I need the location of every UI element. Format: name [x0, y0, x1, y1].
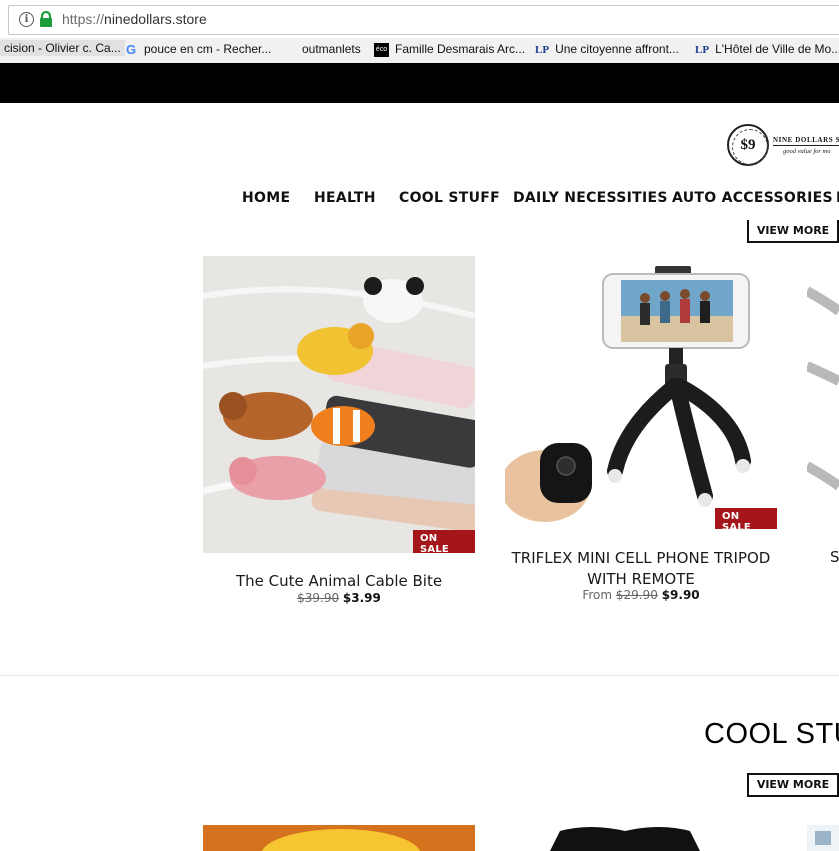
nav-item-auto-accessories[interactable]: AUTO ACCESSORIES — [672, 190, 833, 206]
on-sale-badge: ON SALE — [413, 530, 475, 553]
address-bar: i https://ninedollars.store — [0, 0, 839, 39]
nav-item-cool-stuff[interactable]: COOL STUFF — [399, 190, 500, 206]
bookmark-item[interactable]: LP L'Hôtel de Ville de Mo... — [695, 42, 839, 56]
url-text[interactable]: https://ninedollars.store — [62, 11, 207, 27]
product-title-line: TRIFLEX MINI CELL PHONE TRIPOD — [511, 549, 771, 567]
logo-name: NINE DOLLARS S — [773, 136, 839, 144]
nav-item-daily-necessities[interactable]: DAILY NECESSITIES — [513, 190, 668, 206]
product-title[interactable]: TRIFLEX MINI CELL PHONE TRIPOD WITH REMO… — [505, 548, 777, 590]
product-image-tripod[interactable]: ON SALE — [505, 256, 777, 529]
bookmark-label: outmanlets — [302, 42, 361, 56]
bookmark-label: L'Hôtel de Ville de Mo... — [715, 42, 839, 56]
bookmark-label: Une citoyenne affront... — [555, 42, 679, 56]
bookmark-label: cision - Olivier c. Ca... — [4, 41, 121, 55]
bookmark-item[interactable]: LP Une citoyenne affront... — [535, 42, 679, 56]
bookmark-item[interactable]: éco Famille Desmarais Arc... — [374, 42, 525, 57]
product-thumbnail — [815, 831, 831, 845]
bookmark-label: Famille Desmarais Arc... — [395, 42, 526, 56]
product-title[interactable]: The Cute Animal Cable Bite — [203, 572, 475, 590]
tshirt-illustration — [550, 827, 700, 851]
bookmark-label: pouce en cm - Recher... — [144, 42, 272, 56]
price-from: From — [582, 588, 613, 602]
on-sale-badge: ON SALE — [715, 508, 777, 529]
bookmarks-bar: cision - Olivier c. Ca... Gpouce en cm -… — [0, 38, 839, 64]
product-image[interactable] — [540, 825, 710, 851]
braided-cable-illustration — [807, 286, 839, 491]
moon-lamp-illustration — [203, 825, 475, 851]
logo-badge: $9 — [727, 124, 769, 166]
price-old: $29.90 — [615, 588, 658, 602]
url-field[interactable]: i https://ninedollars.store — [8, 5, 839, 35]
lp-icon: LP — [695, 43, 710, 56]
section-divider — [0, 675, 839, 676]
site-logo[interactable]: $9 NINE DOLLARS S good value for mo — [727, 124, 839, 170]
tripod-illustration — [505, 266, 751, 522]
nav-item-health[interactable]: HEALTH — [314, 190, 376, 206]
product-price: $39.90 $3.99 — [203, 591, 475, 605]
product-image[interactable] — [807, 825, 839, 851]
lock-icon[interactable] — [38, 11, 54, 28]
product-title[interactable]: S — [830, 548, 839, 566]
eco-icon: éco — [374, 42, 389, 57]
lp-icon: LP — [535, 43, 550, 56]
bookmark-item[interactable]: cision - Olivier c. Ca... — [0, 40, 125, 56]
bookmark-item[interactable]: outmanlets — [302, 42, 361, 56]
view-more-button[interactable]: VIEW MORE — [747, 220, 839, 243]
google-icon: G — [125, 41, 137, 57]
url-host: ninedollars.store — [104, 11, 207, 27]
section-title-cool-stuff: COOL STU — [704, 718, 839, 750]
url-protocol: https:// — [62, 11, 105, 27]
product-image-cable-bite[interactable]: ON SALE — [203, 256, 475, 553]
bookmark-item[interactable]: Gpouce en cm - Recher... — [124, 42, 271, 57]
nav-item-home[interactable]: HOME — [242, 190, 290, 206]
info-icon[interactable]: i — [19, 12, 34, 27]
price-new: $3.99 — [342, 591, 381, 605]
price-new: $9.90 — [661, 588, 700, 602]
price-old: $39.90 — [297, 591, 340, 605]
view-more-button[interactable]: VIEW MORE — [747, 773, 839, 797]
cable-bite-illustration — [203, 256, 475, 553]
product-image[interactable] — [203, 825, 475, 851]
logo-tagline: good value for mo — [783, 148, 831, 155]
product-image-cable[interactable] — [807, 256, 839, 506]
product-price: From $29.90 $9.90 — [505, 588, 777, 602]
product-title-line: WITH REMOTE — [587, 570, 695, 588]
announcement-bar — [0, 63, 839, 103]
